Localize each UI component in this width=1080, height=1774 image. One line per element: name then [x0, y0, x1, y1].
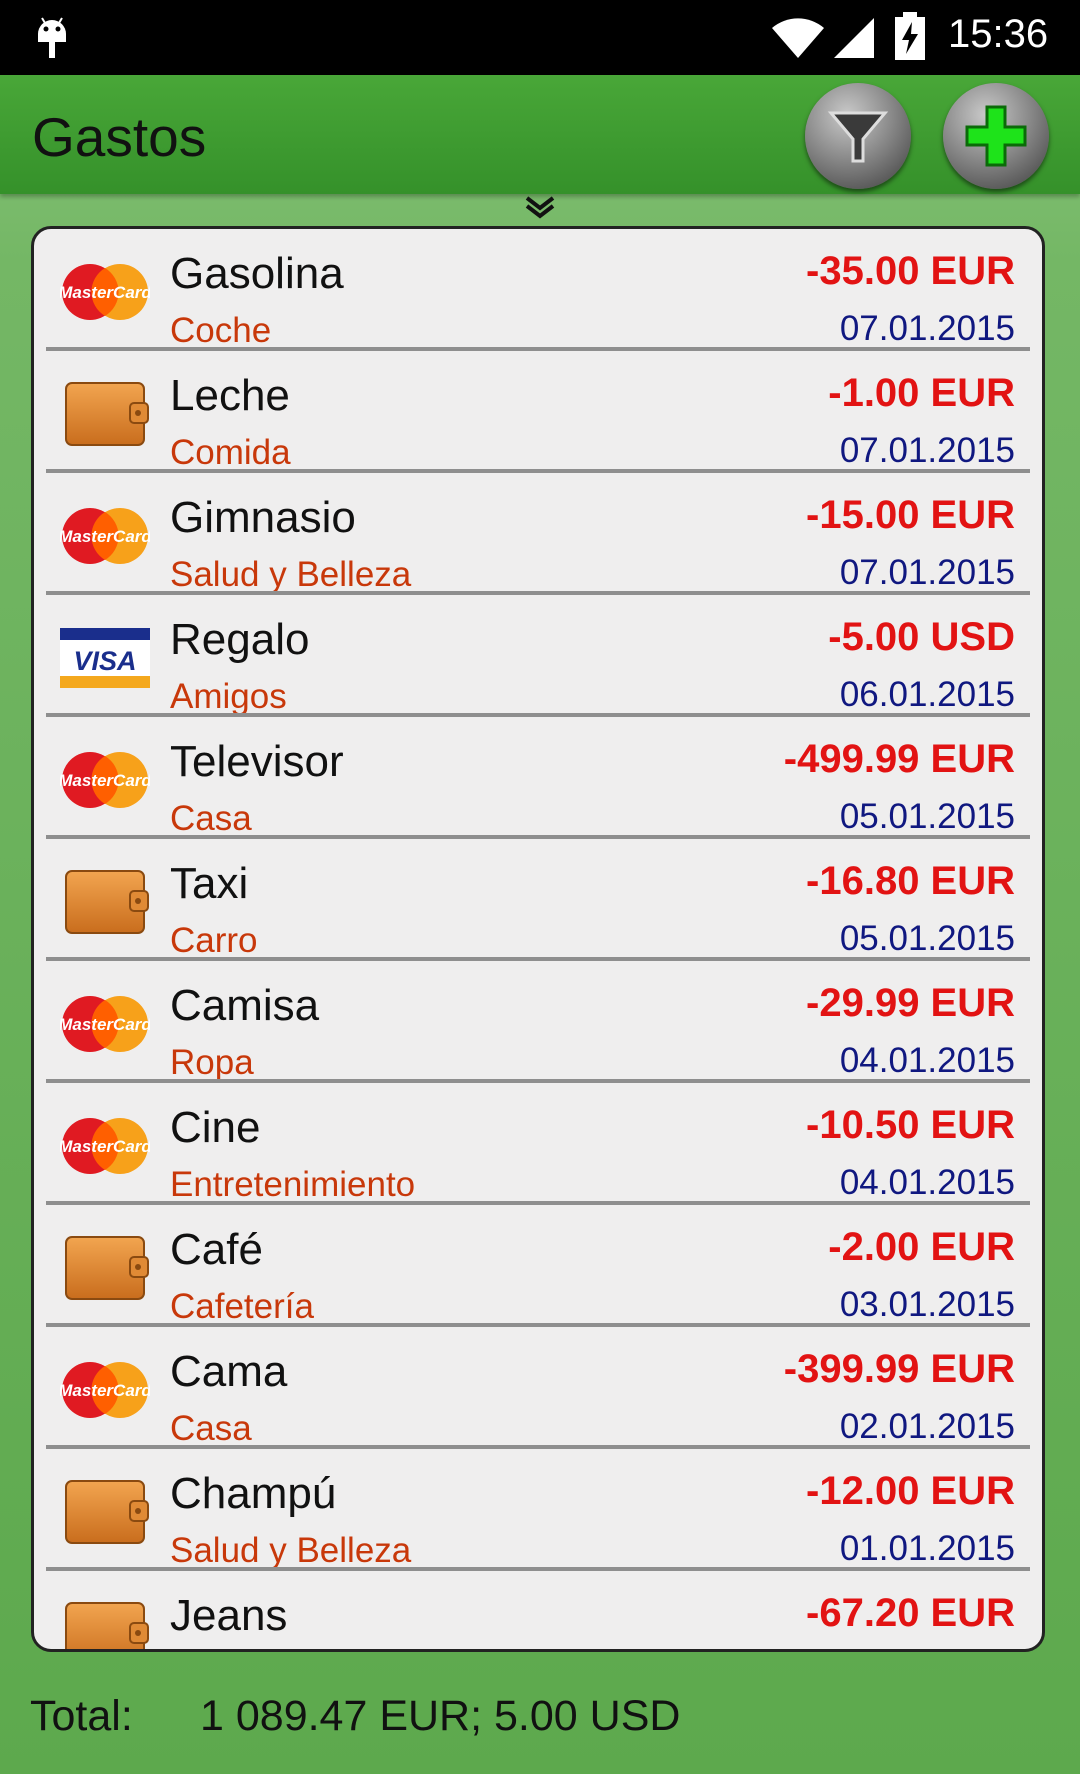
mastercard-logo-text: MasterCard	[60, 771, 150, 790]
expense-date: 05.01.2015	[839, 797, 1015, 836]
expense-name: Camisa	[170, 981, 320, 1030]
filter-button[interactable]	[805, 83, 911, 189]
wallet-icon	[60, 379, 150, 449]
expense-name: Cine	[170, 1103, 261, 1152]
expense-name: Taxi	[170, 859, 249, 908]
expense-category: Cafetería	[170, 1287, 314, 1326]
expense-name: Jeans	[170, 1591, 288, 1640]
expense-amount: -10.50 EUR	[806, 1103, 1015, 1147]
expense-category: Coche	[170, 311, 272, 350]
expense-amount: -399.99 EUR	[783, 1347, 1015, 1391]
add-expense-button[interactable]	[943, 83, 1049, 189]
mastercard-icon: MasterCard	[58, 1355, 152, 1425]
expense-amount: -67.20 EUR	[806, 1591, 1015, 1635]
expense-row[interactable]: MasterCard Gimnasio Salud y Belleza -15.00 …	[34, 473, 1042, 595]
expense-date: 05.01.2015	[839, 919, 1015, 958]
mastercard-icon: MasterCard	[58, 501, 152, 571]
expense-row[interactable]: MasterCard Televisor Casa -499.99 EUR 05.01.…	[34, 717, 1042, 839]
expense-name: Gasolina	[170, 249, 344, 298]
total-value: 1 089.47 EUR; 5.00 USD	[200, 1692, 681, 1740]
expense-category: Entretenimiento	[170, 1165, 416, 1204]
expense-row[interactable]: VISA Regalo Amigos -5.00 USD 06.01.2015	[34, 595, 1042, 717]
clock: 15:36	[948, 12, 1049, 56]
expense-amount: -15.00 EUR	[806, 493, 1015, 537]
expense-list[interactable]: MasterCard Gasolina Coche -35.00 EUR 07.01.2…	[31, 226, 1045, 1652]
expense-row[interactable]: MasterCard Cine Entretenimiento -10.50 EUR 0…	[34, 1083, 1042, 1205]
mastercard-logo-text: MasterCard	[60, 283, 150, 302]
expense-date: 02.01.2015	[839, 1407, 1015, 1446]
expense-date: 06.01.2015	[839, 675, 1015, 714]
mastercard-logo-text: MasterCard	[60, 1137, 150, 1156]
mastercard-icon: MasterCard	[58, 745, 152, 815]
expense-date: 07.01.2015	[839, 431, 1015, 470]
expense-category: Casa	[170, 799, 252, 838]
expense-category: Salud y Belleza	[170, 1531, 412, 1570]
wallet-icon	[60, 1477, 150, 1547]
expense-name: Leche	[170, 371, 290, 420]
expense-amount: -5.00 USD	[828, 615, 1015, 659]
expense-row[interactable]: Jeans -67.20 EUR	[34, 1571, 1042, 1649]
expense-row[interactable]: Leche Comida -1.00 EUR 07.01.2015	[34, 351, 1042, 473]
expense-row[interactable]: Café Cafetería -2.00 EUR 03.01.2015	[34, 1205, 1042, 1327]
expense-category: Casa	[170, 1409, 252, 1448]
battery-charging-icon	[895, 12, 925, 60]
mastercard-icon: MasterCard	[58, 989, 152, 1059]
wifi-icon	[772, 18, 824, 58]
expense-name: Café	[170, 1225, 263, 1274]
expense-date: 04.01.2015	[839, 1163, 1015, 1202]
chevron-double-down-icon[interactable]	[523, 194, 557, 220]
expense-date: 07.01.2015	[839, 553, 1015, 592]
mastercard-icon: MasterCard	[58, 257, 152, 327]
expense-amount: -499.99 EUR	[783, 737, 1015, 781]
expense-row[interactable]: Champú Salud y Belleza -12.00 EUR 01.01.201…	[34, 1449, 1042, 1571]
expense-category: Amigos	[170, 677, 287, 716]
expense-category: Ropa	[170, 1043, 254, 1082]
wallet-icon	[60, 1233, 150, 1303]
expense-date: 01.01.2015	[839, 1529, 1015, 1568]
expense-row[interactable]: MasterCard Gasolina Coche -35.00 EUR 07.01.2…	[34, 229, 1042, 351]
expense-category: Salud y Belleza	[170, 555, 412, 594]
page-title: Gastos	[32, 106, 207, 168]
mastercard-icon: MasterCard	[58, 1111, 152, 1181]
wallet-icon	[60, 867, 150, 937]
visa-logo-text: VISA	[73, 646, 136, 676]
expense-name: Cama	[170, 1347, 288, 1396]
wallet-icon	[60, 1599, 150, 1649]
expense-name: Champú	[170, 1469, 337, 1518]
plus-icon	[965, 105, 1027, 167]
expense-name: Televisor	[170, 737, 344, 786]
expense-row[interactable]: Taxi Carro -16.80 EUR 05.01.2015	[34, 839, 1042, 961]
status-bar: 15:36	[0, 0, 1080, 75]
filter-funnel-icon	[827, 111, 889, 163]
expense-row[interactable]: MasterCard Cama Casa -399.99 EUR 02.01.2015	[34, 1327, 1042, 1449]
expense-date: 07.01.2015	[839, 309, 1015, 348]
mastercard-logo-text: MasterCard	[60, 1015, 150, 1034]
expense-category: Carro	[170, 921, 258, 960]
total-label: Total:	[30, 1692, 133, 1740]
expense-name: Gimnasio	[170, 493, 356, 542]
expense-amount: -1.00 EUR	[828, 371, 1015, 415]
cell-signal-icon	[834, 18, 874, 58]
expense-amount: -12.00 EUR	[806, 1469, 1015, 1513]
total-summary: Total: 1 089.47 EUR; 5.00 USD	[30, 1692, 680, 1741]
expense-amount: -16.80 EUR	[806, 859, 1015, 903]
mastercard-logo-text: MasterCard	[60, 527, 150, 546]
expense-amount: -29.99 EUR	[806, 981, 1015, 1025]
expense-date: 04.01.2015	[839, 1041, 1015, 1080]
mastercard-logo-text: MasterCard	[60, 1381, 150, 1400]
app-bar: Gastos	[0, 75, 1080, 194]
expense-name: Regalo	[170, 615, 310, 664]
visa-icon: VISA	[60, 623, 150, 693]
expense-category: Comida	[170, 433, 291, 472]
expense-amount: -2.00 EUR	[828, 1225, 1015, 1269]
expense-date: 03.01.2015	[839, 1285, 1015, 1324]
expense-amount: -35.00 EUR	[806, 249, 1015, 293]
android-debug-icon	[38, 17, 66, 58]
expense-row[interactable]: MasterCard Camisa Ropa -29.99 EUR 04.01.2015	[34, 961, 1042, 1083]
